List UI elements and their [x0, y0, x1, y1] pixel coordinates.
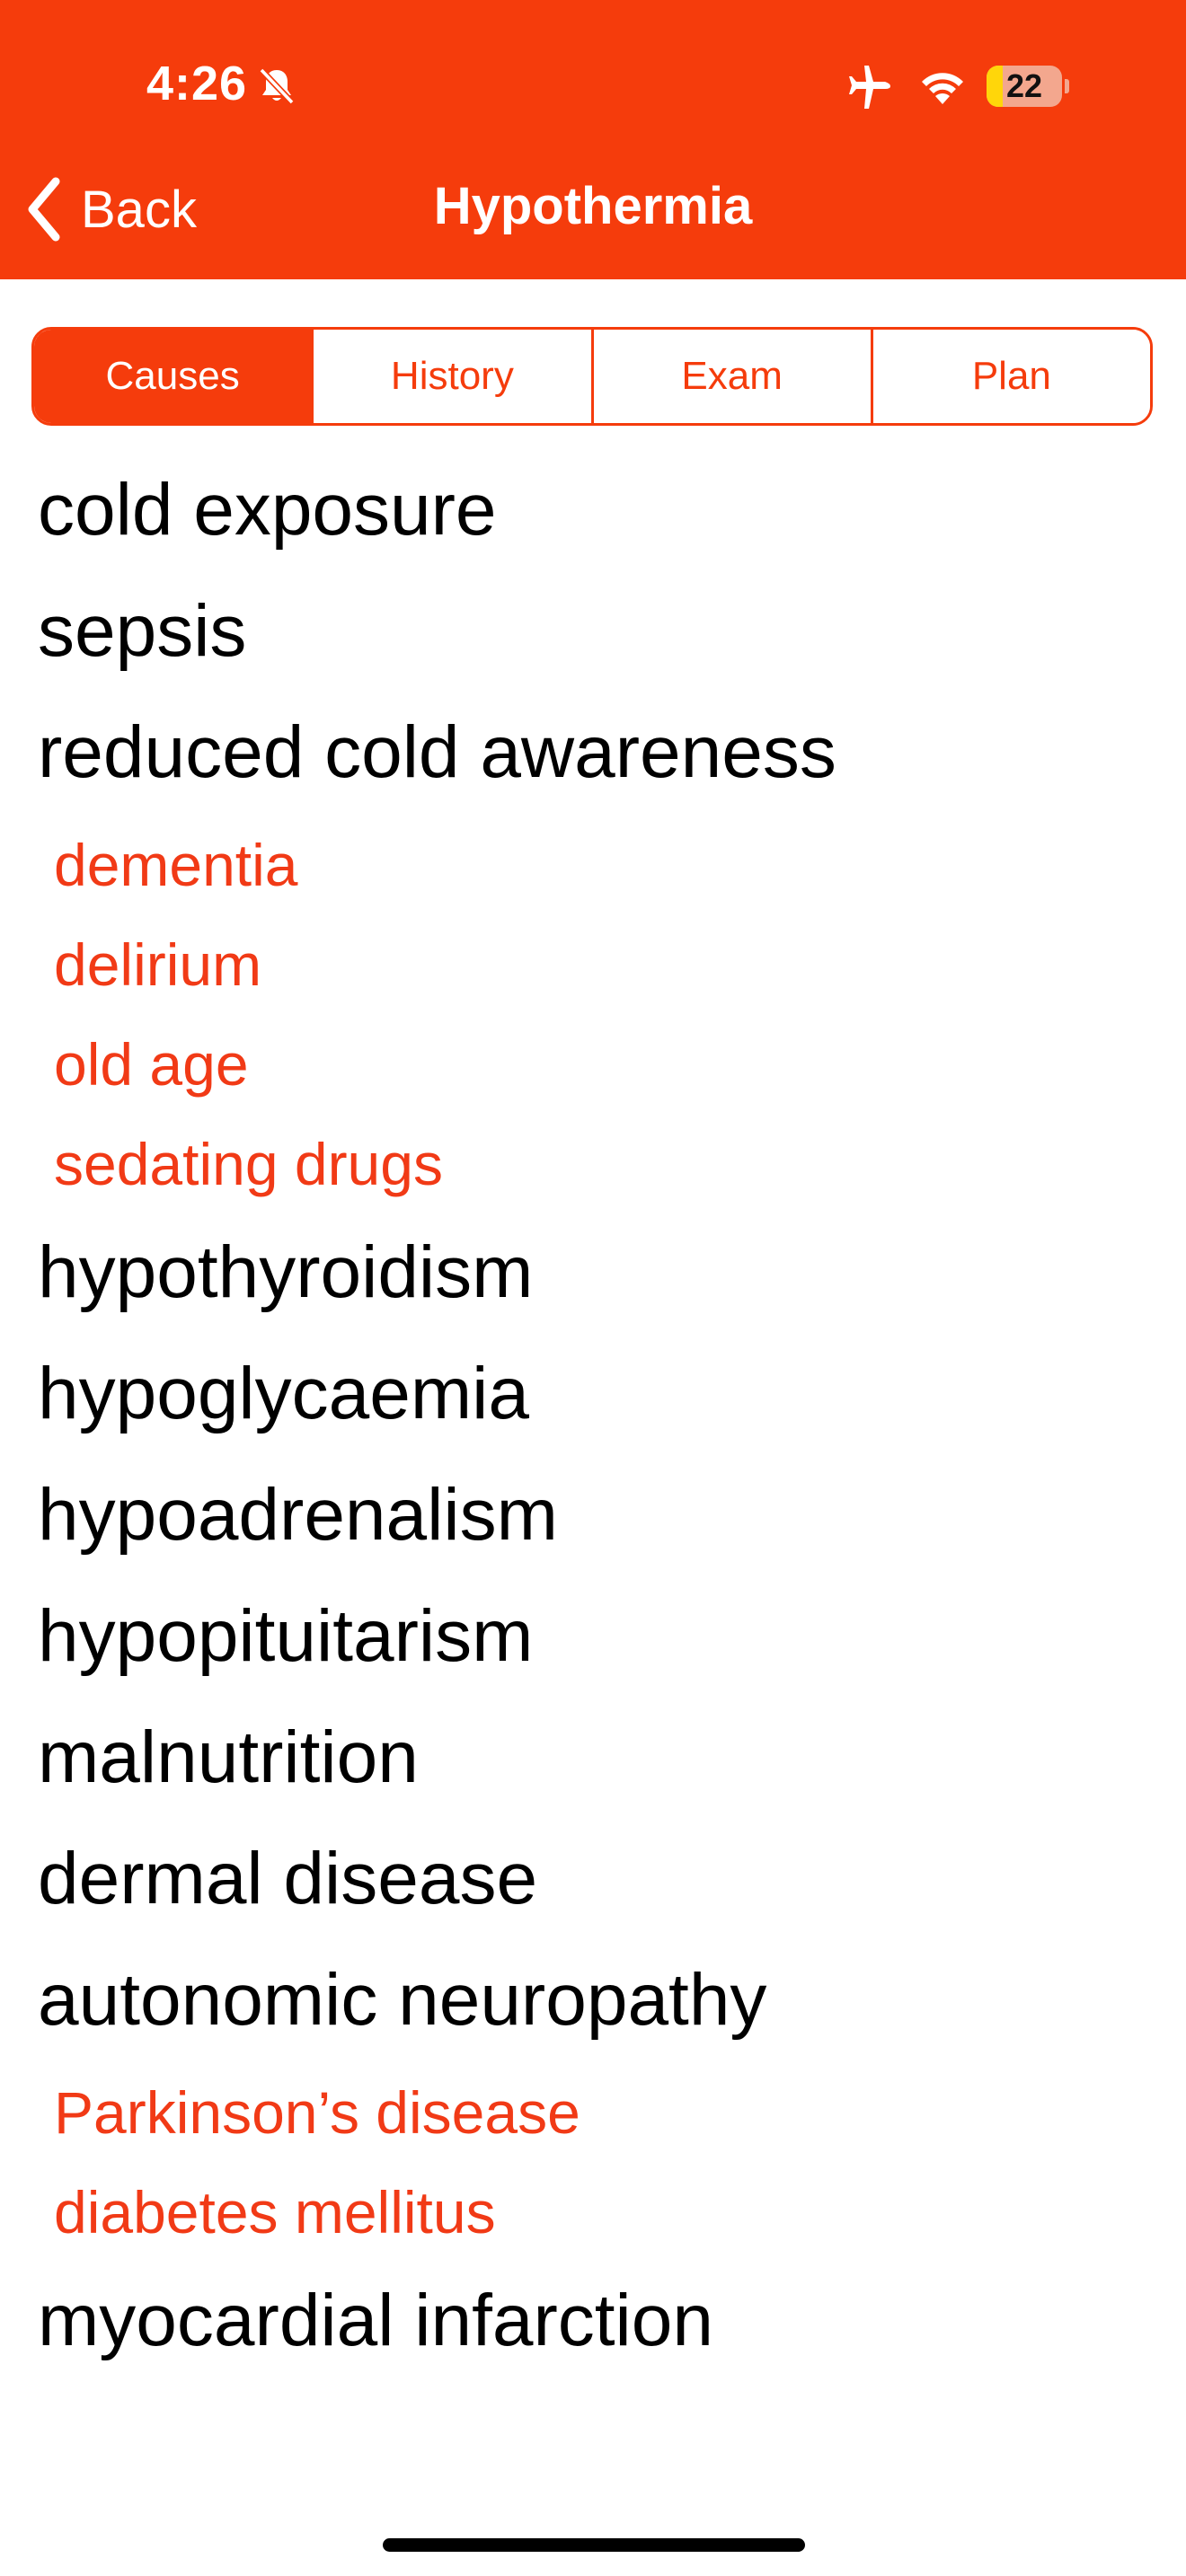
battery-icon: 22 [987, 66, 1069, 107]
tab-causes[interactable]: Causes [34, 330, 312, 423]
airplane-icon [849, 66, 890, 109]
header: 4:26 22 Back Hypothermia [0, 0, 1186, 279]
sub-cause-item: Parkinson’s disease [54, 2079, 580, 2146]
cause-item: hypoglycaemia [38, 1353, 529, 1434]
battery-level: 22 [1005, 67, 1043, 104]
sub-cause-item: delirium [54, 931, 262, 998]
sub-cause-item: dementia [54, 832, 298, 898]
status-time: 4:26 [146, 57, 248, 110]
wifi-icon [922, 73, 963, 104]
segmented-control: Causes History Exam Plan [31, 327, 1153, 426]
cause-item: myocardial infarction [38, 2280, 713, 2361]
cause-item: reduced cold awareness [38, 711, 836, 793]
cause-item: hypothyroidism [38, 1231, 534, 1313]
page-title: Hypothermia [433, 177, 753, 235]
home-indicator[interactable] [383, 2538, 805, 2552]
cause-item: malnutrition [38, 1716, 419, 1798]
cause-item: sepsis [38, 590, 247, 672]
cause-item: hypoadrenalism [38, 1474, 558, 1556]
cause-item: cold exposure [38, 469, 497, 551]
tab-plan[interactable]: Plan [870, 330, 1150, 423]
sub-cause-item: old age [54, 1031, 249, 1098]
cause-item: autonomic neuropathy [38, 1959, 767, 2041]
sub-cause-item: diabetes mellitus [54, 2179, 496, 2245]
bell-slash-icon [259, 67, 295, 105]
tab-history[interactable]: History [311, 330, 591, 423]
tab-exam[interactable]: Exam [590, 330, 871, 423]
cause-item: hypopituitarism [38, 1595, 534, 1677]
screen: 4:26 22 Back Hypothermia Causes History … [0, 0, 1186, 2576]
cause-item: dermal disease [38, 1838, 538, 1919]
sub-cause-item: sedating drugs [54, 1131, 443, 1197]
